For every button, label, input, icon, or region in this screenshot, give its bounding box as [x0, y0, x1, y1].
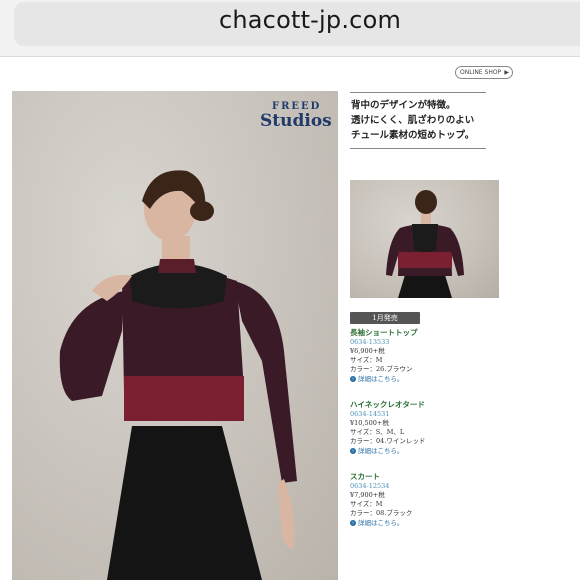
tagline-line: 透けにくく、肌ざわりのよい — [351, 115, 475, 126]
product-color: カラー：26.ブラウン — [350, 365, 413, 373]
product-detail-link[interactable]: › 詳細はこちら。 — [350, 374, 470, 384]
online-shop-button[interactable]: ONLINE SHOP ▶ — [455, 66, 513, 79]
product-name: ハイネックレオタード — [350, 400, 425, 409]
tagline: 背中のデザインが特徴。 透けにくく、肌ざわりのよい チュール素材の短めトップ。 — [351, 98, 491, 143]
hero-photo: FREED Studios — [12, 91, 338, 580]
product-name: 長袖ショートトップ — [350, 328, 418, 337]
tagline-line: チュール素材の短めトップ。 — [351, 130, 475, 141]
url-text[interactable]: chacott-jp.com — [0, 6, 580, 34]
play-arrow-icon: ▶ — [504, 69, 509, 76]
product-link-text: 詳細はこちら。 — [358, 519, 404, 527]
product-code: 0634-13533 — [350, 338, 390, 346]
product-size: サイズ：S、M、L — [350, 428, 405, 436]
product-item: ハイネックレオタード 0634-14531 ¥10,500+税 サイズ：S、M、… — [350, 400, 470, 456]
browser-address-bar: chacott-jp.com — [0, 0, 580, 57]
product-size: サイズ：M — [350, 500, 383, 508]
product-detail-link[interactable]: › 詳細はこちら。 — [350, 446, 470, 456]
dancer-back-illustration — [386, 190, 464, 298]
back-view-thumbnail[interactable] — [350, 180, 499, 298]
dancer-illustration — [59, 170, 297, 580]
product-size: サイズ：M — [350, 356, 383, 364]
brand-main-text: Studios — [260, 111, 332, 131]
product-name: スカート — [350, 472, 380, 481]
circle-arrow-icon: › — [350, 376, 356, 382]
product-code: 0634-14531 — [350, 410, 390, 418]
product-code: 0634-12534 — [350, 482, 390, 490]
product-detail-link[interactable]: › 詳細はこちら。 — [350, 518, 470, 528]
product-price: ¥7,900+税 — [350, 491, 385, 499]
product-color: カラー：04.ワインレッド — [350, 437, 426, 445]
product-price: ¥6,900+税 — [350, 347, 385, 355]
product-item: 長袖ショートトップ 0634-13533 ¥6,900+税 サイズ：M カラー：… — [350, 328, 470, 384]
circle-arrow-icon: › — [350, 520, 356, 526]
tagline-bottom-rule — [350, 148, 486, 149]
product-color: カラー：08.ブラック — [350, 509, 413, 517]
tagline-line: 背中のデザインが特徴。 — [351, 100, 456, 111]
product-link-text: 詳細はこちら。 — [358, 375, 404, 383]
tagline-top-rule — [350, 92, 486, 93]
online-shop-label: ONLINE SHOP — [460, 69, 502, 76]
release-badge: 1月発売 — [350, 312, 420, 324]
product-item: スカート 0634-12534 ¥7,900+税 サイズ：M カラー：08.ブラ… — [350, 472, 470, 528]
product-link-text: 詳細はこちら。 — [358, 447, 404, 455]
product-price: ¥10,500+税 — [350, 419, 389, 427]
circle-arrow-icon: › — [350, 448, 356, 454]
